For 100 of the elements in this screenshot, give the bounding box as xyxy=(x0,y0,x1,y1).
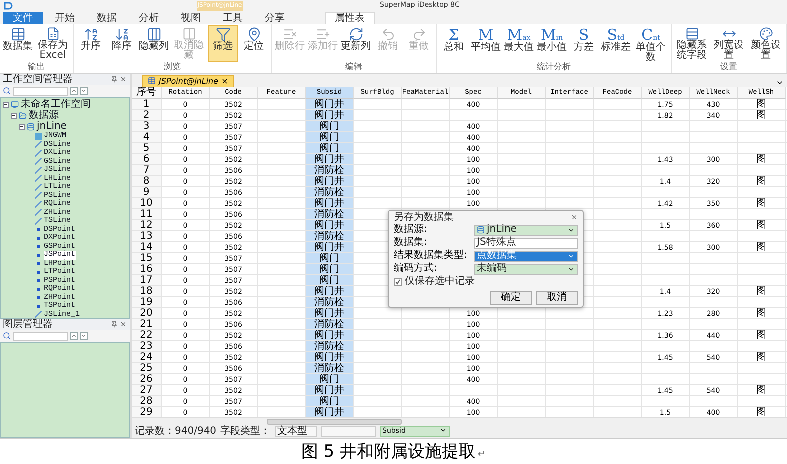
table-cell: 消防栓 xyxy=(306,362,354,374)
chevron-down-icon xyxy=(81,333,87,339)
filter-icon xyxy=(216,27,230,42)
delete-row-icon xyxy=(282,27,298,42)
close-icon[interactable] xyxy=(120,321,127,328)
panel-title: 工作空间管理器 xyxy=(3,74,73,85)
rows-icon xyxy=(684,27,700,41)
tree-item[interactable]: 数据源 xyxy=(29,110,59,121)
table-cell: 消防栓 xyxy=(306,186,354,198)
ribbon-button[interactable]: 升序 xyxy=(76,25,106,62)
field-label: 数据源: xyxy=(394,224,428,236)
close-icon[interactable]: × xyxy=(222,76,228,86)
row-number: 16 xyxy=(132,264,162,275)
search-field[interactable] xyxy=(13,332,68,340)
search-field[interactable] xyxy=(13,86,68,96)
ribbon-tab[interactable]: 视图 xyxy=(171,12,211,24)
dialog-button[interactable]: 确定 xyxy=(490,290,532,305)
input-field[interactable]: JS特殊点 xyxy=(474,238,578,249)
pin-icon[interactable] xyxy=(111,321,118,328)
ribbon-button[interactable]: 更新列 xyxy=(340,25,372,62)
table-cell: 消防栓 xyxy=(306,296,354,308)
chevron-down-icon xyxy=(568,226,575,234)
dialog-button[interactable]: 取消 xyxy=(536,290,578,305)
previous-button[interactable] xyxy=(70,332,78,340)
refresh-icon xyxy=(348,27,364,42)
expand-toggle[interactable] xyxy=(3,102,9,108)
select-field[interactable]: 未编码 xyxy=(474,264,578,275)
row-number: 7 xyxy=(132,164,162,176)
row-number: 14 xyxy=(132,242,162,253)
statistic-glyph: M xyxy=(478,27,494,43)
group-label: 输出 xyxy=(27,64,46,72)
columns-icon xyxy=(182,27,196,41)
row-number: 29 xyxy=(132,406,162,418)
row-number: 23 xyxy=(132,340,162,352)
paragraph-mark: ↵ xyxy=(478,450,486,460)
ribbon-tab[interactable]: 数据 xyxy=(87,12,127,24)
ribbon-button[interactable]: 保存为Excel xyxy=(35,25,71,62)
ribbon-tab[interactable]: 开始 xyxy=(45,12,85,24)
panel-title: 图层管理器 xyxy=(3,319,53,330)
ribbon-button[interactable]: 降序 xyxy=(107,25,137,62)
ribbon-button[interactable]: 颜色设置 xyxy=(748,25,784,62)
ribbon-button[interactable]: 筛选 xyxy=(208,25,238,62)
ribbon-button[interactable]: 隐藏系统字段 xyxy=(674,25,710,62)
redo-icon xyxy=(412,27,426,42)
checkbox[interactable] xyxy=(394,278,402,286)
group-label: 浏览 xyxy=(163,64,182,72)
group-label: 设置 xyxy=(720,64,738,72)
tree-item[interactable]: jnLine xyxy=(37,121,67,132)
row-number: 21 xyxy=(132,318,162,330)
row-number: 18 xyxy=(132,286,162,297)
expand-toggle[interactable] xyxy=(11,112,17,118)
next-button[interactable] xyxy=(80,87,88,95)
table-cell: 消防栓 xyxy=(306,230,354,242)
ribbon-button[interactable]: S 方差 xyxy=(569,25,599,62)
database-icon xyxy=(477,226,485,234)
ribbon-tab[interactable]: 文件 xyxy=(3,12,43,24)
add-row-icon xyxy=(316,27,330,42)
row-number: 9 xyxy=(132,186,162,198)
row-number: 12 xyxy=(132,220,162,231)
statistic-glyph: Σ xyxy=(448,27,460,43)
field-label: 结果数据集类型: xyxy=(394,250,468,262)
sort-descending-icon xyxy=(114,27,130,42)
select-field[interactable]: 点数据集 xyxy=(474,250,578,262)
row-number: 26 xyxy=(132,374,162,385)
palette-icon xyxy=(758,27,774,41)
row-number: 1 xyxy=(132,98,162,110)
ribbon-tab[interactable]: 分享 xyxy=(255,12,295,24)
ribbon-button[interactable]: 定位 xyxy=(239,25,269,62)
tree-item[interactable]: 未命名工作空间 xyxy=(21,99,91,110)
ribbon-button[interactable]: 列宽设置 xyxy=(711,25,747,62)
database-icon xyxy=(27,122,35,130)
ribbon-tab[interactable]: 工具 xyxy=(213,12,253,24)
ribbon-button[interactable]: Σ 总和 xyxy=(439,25,469,62)
ribbon-button[interactable]: 隐藏列 xyxy=(138,25,170,62)
pin-icon[interactable] xyxy=(111,76,118,83)
field-label: 编码方式: xyxy=(394,263,438,276)
ribbon-button[interactable]: M 平均值 xyxy=(470,25,502,62)
dialog-title: 另存为数据集 xyxy=(394,212,454,224)
line-icon xyxy=(35,311,42,318)
horizontal-scrollbar[interactable] xyxy=(132,417,787,426)
next-button[interactable] xyxy=(80,332,88,340)
search-icon[interactable] xyxy=(3,332,11,340)
ribbon-tab[interactable]: 分析 xyxy=(129,12,169,24)
ribbon-tab[interactable]: 属性表 xyxy=(325,12,375,24)
ribbon-button[interactable]: 数据集 xyxy=(2,25,34,62)
row-number: 15 xyxy=(132,252,162,264)
document-tab[interactable]: JSPoint@jnLine × xyxy=(142,74,234,87)
select-field[interactable]: jnLine xyxy=(474,224,578,236)
sort-ascending-icon xyxy=(84,27,98,42)
row-number: 22 xyxy=(132,330,162,341)
previous-button[interactable] xyxy=(70,87,78,95)
statistic-glyph: S xyxy=(578,27,590,43)
search-icon[interactable] xyxy=(3,87,11,95)
close-icon[interactable] xyxy=(571,214,578,222)
table-cell: 消防栓 xyxy=(306,208,354,220)
close-icon[interactable] xyxy=(120,76,127,83)
expand-toggle[interactable] xyxy=(19,124,25,130)
row-number: 11 xyxy=(132,208,162,220)
row-number: 24 xyxy=(132,352,162,363)
row-number: 6 xyxy=(132,154,162,165)
